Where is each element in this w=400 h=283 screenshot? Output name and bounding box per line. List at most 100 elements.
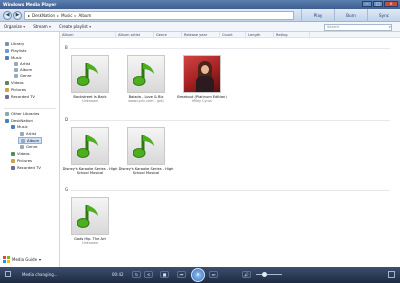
column-length[interactable]: Length [246, 32, 274, 38]
volume-slider[interactable] [256, 274, 282, 275]
column-header: Album Album artist Genre Release year Co… [60, 32, 400, 38]
mode-tabs: Play Burn Sync [301, 9, 400, 22]
group-header: B [65, 45, 68, 50]
album-tile[interactable]: Backstreet Is Back Unknown [62, 55, 118, 103]
media-guide-link[interactable]: Media Guide ▾ [3, 256, 41, 263]
volume-slider-knob[interactable] [262, 272, 267, 277]
sidebar-item-desknation[interactable]: DeskNation [5, 118, 33, 123]
album-cover [127, 127, 165, 165]
album-tile[interactable]: Breakout (Platinum Edition) Miley Cyrus [174, 55, 230, 103]
sidebar-item-music-2[interactable]: Music [11, 124, 28, 129]
album-icon [14, 67, 18, 72]
sidebar-item-recorded-tv-2[interactable]: Recorded TV [11, 165, 41, 170]
album-cover [71, 127, 109, 165]
tab-sync[interactable]: Sync [367, 9, 400, 22]
artist-icon [14, 61, 18, 66]
sidebar-item-artist-2[interactable]: Artist [20, 131, 36, 136]
artist-icon [20, 131, 24, 136]
sidebar-item-pictures-2[interactable]: Pictures [11, 158, 32, 163]
status-text: Media changing... [22, 272, 58, 277]
music-note-icon [133, 135, 154, 158]
breadcrumb-item[interactable]: DeskNation [32, 13, 55, 18]
sidebar-item-genre-2[interactable]: Genre [20, 144, 38, 149]
elapsed-time: 00:42 [112, 272, 124, 277]
window-title: Windows Media Player [3, 2, 57, 7]
sidebar-item-artist[interactable]: Artist [14, 61, 30, 66]
maximize-button[interactable]: □ [373, 1, 383, 7]
sidebar-item-album[interactable]: Album [14, 67, 32, 72]
album-tile[interactable]: Disney's Karaoke Series - High School Mu… [62, 127, 118, 175]
video-icon [11, 151, 15, 156]
album-icon [21, 138, 25, 143]
album-tile[interactable]: Balada - Love & Biz www.Lyric.com - (pd) [118, 55, 174, 103]
album-tile[interactable]: Disney's Karaoke Series - High School Mu… [118, 127, 174, 175]
window-controls: – □ × [362, 1, 398, 7]
music-note-icon [77, 63, 98, 86]
playlist-icon [5, 48, 9, 53]
sidebar-item-genre[interactable]: Genre [14, 73, 32, 78]
search-input[interactable]: Search [324, 24, 392, 31]
sidebar-item-videos-2[interactable]: Videos [11, 151, 30, 156]
album-title: Disney's Karaoke Series - High School Mu… [118, 167, 174, 176]
sidebar-item-music[interactable]: Music [5, 55, 22, 60]
genre-icon [20, 144, 24, 149]
repeat-button[interactable]: ⟲ [144, 271, 153, 278]
organize-menu[interactable]: Organize [4, 24, 25, 29]
sidebar-item-recorded-tv[interactable]: Recorded TV [5, 94, 35, 99]
album-tile[interactable]: Gods Hip. The Art Unknown [62, 197, 118, 245]
chevron-down-icon: ▾ [39, 257, 42, 262]
sidebar-item-other-libraries[interactable]: Other Libraries [5, 111, 39, 116]
sidebar-item-pictures[interactable]: Pictures [5, 87, 26, 92]
previous-button[interactable]: ⏮ [177, 271, 186, 278]
pictures-icon [5, 87, 9, 92]
column-rating[interactable]: Rating [274, 32, 310, 38]
group-header: G [65, 187, 69, 192]
column-genre[interactable]: Genre [154, 32, 182, 38]
sidebar-item-album-2[interactable]: Album [18, 137, 43, 144]
other-libraries-icon [5, 111, 9, 116]
now-playing-icon[interactable] [5, 271, 11, 277]
group-header: D [65, 117, 69, 122]
album-cover [71, 197, 109, 235]
album-cover [71, 55, 109, 93]
create-playlist-menu[interactable]: Create playlist [59, 24, 91, 29]
minimize-button[interactable]: – [362, 1, 372, 7]
tab-burn[interactable]: Burn [334, 9, 367, 22]
forward-button[interactable]: ▶ [13, 11, 22, 20]
close-button[interactable]: × [384, 1, 398, 7]
breadcrumb[interactable]: ▸ DeskNation ▸ Music ▸ Album [24, 11, 294, 20]
video-icon [5, 80, 9, 85]
switch-to-now-playing-icon[interactable] [388, 271, 395, 278]
tab-play[interactable]: Play [301, 9, 334, 22]
album-cover [127, 55, 165, 93]
breadcrumb-item[interactable]: Music [61, 13, 72, 18]
tv-icon [5, 94, 9, 99]
album-artist: Unknown [82, 241, 98, 246]
column-release-year[interactable]: Release year [182, 32, 220, 38]
play-pause-button[interactable]: ⏸ [191, 268, 205, 282]
column-album[interactable]: Album [60, 32, 116, 38]
search-icon[interactable]: ⌕ [389, 24, 391, 29]
title-bar: Windows Media Player – □ × [0, 0, 400, 9]
next-button[interactable]: ⏭ [209, 271, 218, 278]
pictures-icon [11, 158, 15, 163]
stream-menu[interactable]: Stream [33, 24, 51, 29]
sidebar-item-library[interactable]: Library [5, 41, 24, 46]
shuffle-button[interactable]: ↻ [132, 271, 141, 278]
library-icon [5, 41, 9, 46]
album-view: Album Album artist Genre Release year Co… [60, 32, 400, 267]
column-count[interactable]: Count [220, 32, 246, 38]
windows-logo-icon [3, 256, 10, 263]
sidebar-item-videos[interactable]: Videos [5, 80, 24, 85]
column-album-artist[interactable]: Album artist [116, 32, 154, 38]
genre-icon [14, 73, 18, 78]
stop-button[interactable]: ■ [160, 271, 169, 278]
navigation-bar: ◀ ▶ ▸ DeskNation ▸ Music ▸ Album Play Bu… [0, 9, 400, 22]
album-title: Disney's Karaoke Series - High School Mu… [62, 167, 118, 176]
album-artist: Unknown [82, 99, 98, 104]
breadcrumb-item[interactable]: Album [78, 13, 91, 18]
mute-button[interactable]: 🔊 [242, 271, 251, 278]
sidebar-item-playlists[interactable]: Playlists [5, 48, 26, 53]
back-button[interactable]: ◀ [3, 11, 12, 20]
album-artist: www.Lyric.com - (pd) [128, 99, 164, 104]
